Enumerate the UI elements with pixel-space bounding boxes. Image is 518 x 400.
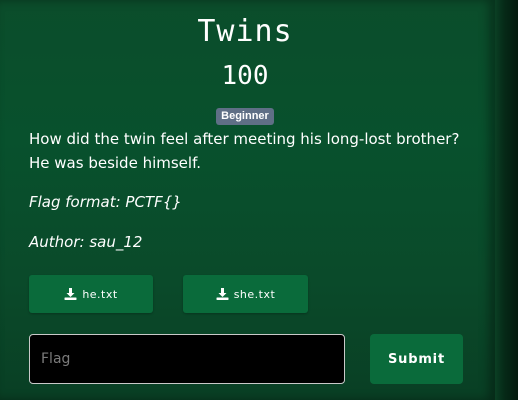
submit-button[interactable]: Submit <box>370 334 463 384</box>
download-she-txt-button[interactable]: she.txt <box>183 275 308 313</box>
file-label: he.txt <box>82 287 118 301</box>
challenge-description: How did the twin feel after meeting his … <box>29 130 460 172</box>
download-he-txt-button[interactable]: he.txt <box>29 275 153 313</box>
challenge-panel: Twins 100 Beginner How did the twin feel… <box>0 0 495 400</box>
download-icon <box>216 288 229 300</box>
flag-format: Flag format: PCTF{} <box>29 193 182 211</box>
challenge-points: 100 <box>221 61 269 91</box>
challenge-title: Twins <box>197 14 293 49</box>
flag-input[interactable] <box>29 334 345 384</box>
page-edge <box>495 0 518 400</box>
file-label: she.txt <box>233 287 276 301</box>
difficulty-badge: Beginner <box>216 108 274 125</box>
challenge-author: Author: sau_12 <box>29 233 143 251</box>
download-icon <box>64 288 77 300</box>
